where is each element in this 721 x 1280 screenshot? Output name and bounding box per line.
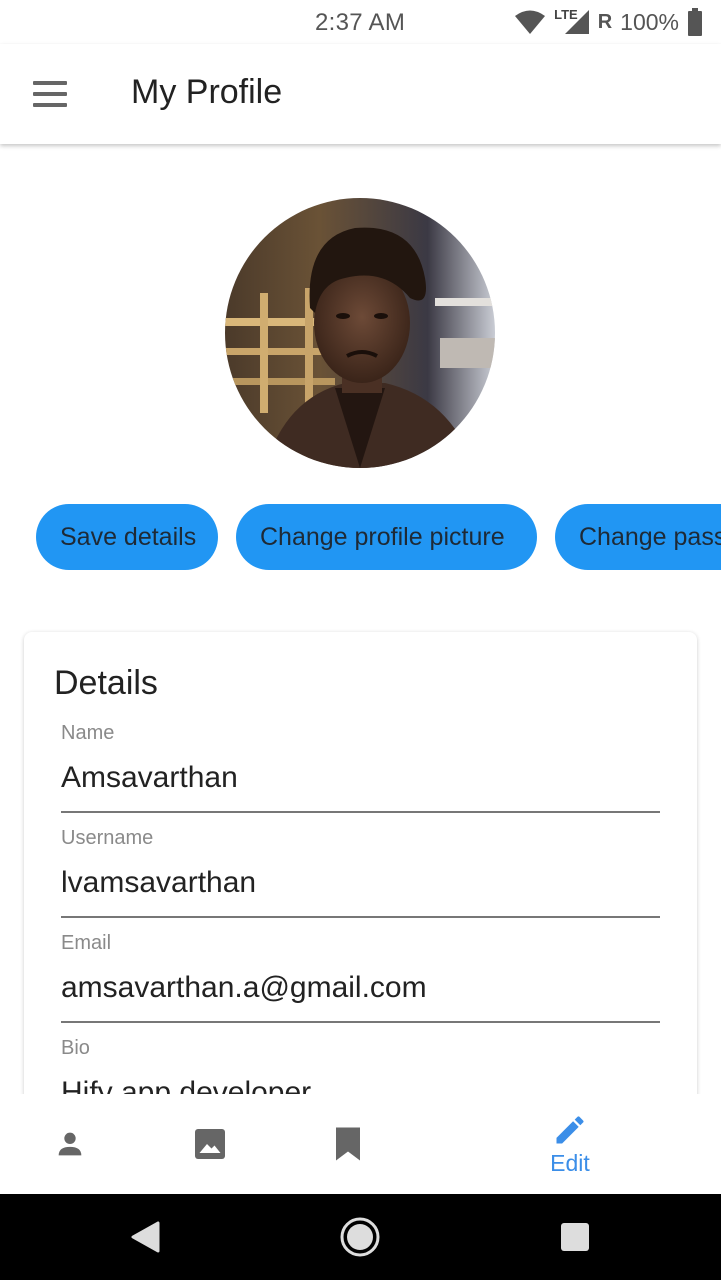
email-label: Email bbox=[61, 932, 112, 954]
bottom-navigation: Edit bbox=[0, 1094, 721, 1194]
status-bar: 2:37 AM LTE R 100% bbox=[0, 0, 721, 44]
name-label: Name bbox=[61, 722, 115, 744]
person-icon bbox=[58, 1132, 82, 1156]
bookmark-icon bbox=[336, 1127, 360, 1161]
wifi-icon bbox=[515, 10, 546, 34]
username-label: Username bbox=[61, 827, 154, 849]
hamburger-menu-icon[interactable] bbox=[26, 72, 74, 116]
roaming-indicator: R bbox=[597, 10, 613, 33]
nav-profile[interactable] bbox=[40, 1094, 100, 1194]
image-icon bbox=[195, 1129, 225, 1159]
battery-percent: 100% bbox=[620, 8, 679, 35]
details-card: Details Name Amsavarthan Username lvamsa… bbox=[24, 632, 697, 1152]
nav-edit-label: Edit bbox=[550, 1149, 590, 1176]
nav-gallery[interactable] bbox=[180, 1094, 240, 1194]
system-nav-bar bbox=[0, 1194, 721, 1280]
change-password-button[interactable]: Change pass bbox=[555, 504, 721, 570]
profile-photo bbox=[225, 198, 495, 468]
back-button[interactable] bbox=[120, 1194, 170, 1280]
avatar[interactable] bbox=[225, 198, 495, 468]
app-bar: My Profile bbox=[0, 44, 721, 144]
recents-square-icon bbox=[561, 1223, 589, 1251]
home-circle-icon bbox=[340, 1217, 380, 1257]
email-field: Email amsavarthan.a@gmail.com bbox=[61, 932, 660, 1023]
details-title: Details bbox=[54, 664, 158, 702]
save-details-button[interactable]: Save details bbox=[36, 504, 218, 570]
battery-icon bbox=[688, 8, 702, 36]
network-type: LTE bbox=[554, 6, 578, 22]
edit-pencil-icon bbox=[556, 1115, 584, 1143]
username-field: Username lvamsavarthan bbox=[61, 827, 660, 918]
change-profile-picture-button[interactable]: Change profile picture bbox=[236, 504, 537, 570]
name-input[interactable]: Amsavarthan bbox=[61, 761, 660, 813]
email-input[interactable]: amsavarthan.a@gmail.com bbox=[61, 971, 660, 1023]
status-time: 2:37 AM bbox=[315, 9, 406, 36]
name-field: Name Amsavarthan bbox=[61, 722, 660, 813]
page-title: My Profile bbox=[131, 73, 283, 111]
action-buttons: Save details Change profile picture Chan… bbox=[0, 504, 721, 570]
home-button[interactable] bbox=[335, 1194, 385, 1280]
nav-edit[interactable]: Edit bbox=[530, 1094, 610, 1194]
back-triangle-icon bbox=[131, 1221, 160, 1253]
status-icons: LTE R 100% bbox=[514, 6, 703, 36]
bio-label: Bio bbox=[61, 1037, 90, 1059]
nav-saved[interactable] bbox=[318, 1094, 378, 1194]
recents-button[interactable] bbox=[550, 1194, 600, 1280]
username-input[interactable]: lvamsavarthan bbox=[61, 866, 660, 918]
